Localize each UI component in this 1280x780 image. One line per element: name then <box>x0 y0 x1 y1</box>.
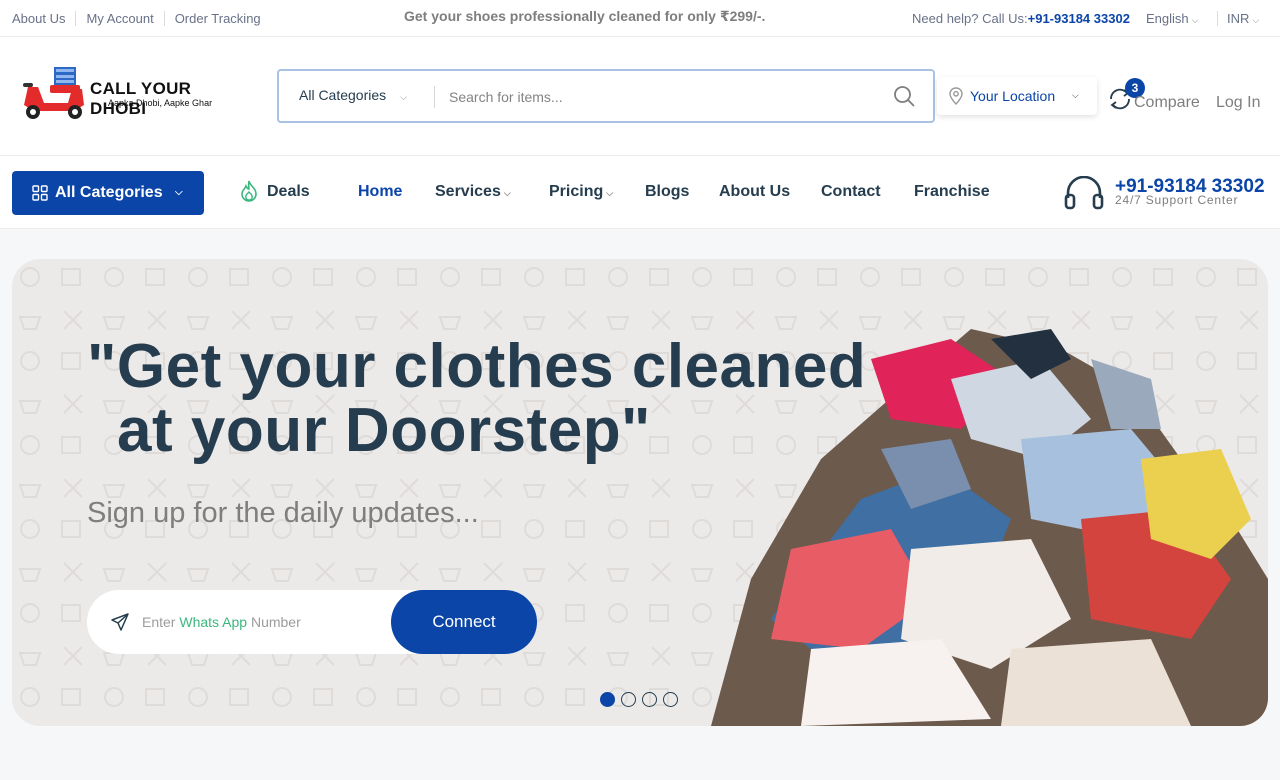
hero-banner: "Get your clothes cleaned at your Doorst… <box>12 259 1268 726</box>
promo-banner: Get your shoes professionally cleaned fo… <box>404 8 766 24</box>
site-logo[interactable]: CALL YOUR DHOBI Aapka Dhobi, Aapke Ghar <box>18 65 248 121</box>
brand-tagline: Aapka Dhobi, Aapke Ghar <box>108 98 213 108</box>
search-category-label: All Categories <box>299 87 387 103</box>
whatsapp-signup-form: Enter Whats App Number Connect <box>87 590 537 654</box>
flame-icon <box>241 180 257 202</box>
slider-dots <box>600 692 684 707</box>
nav-services-label: Services <box>435 183 501 200</box>
help-prefix: Need help? Call Us: <box>912 11 1028 26</box>
chevron-down-icon: ⌵ <box>606 188 614 198</box>
all-categories-label: All Categories <box>55 184 163 201</box>
main-nav: All Categories ⌵ Deals Home Services ⌵ Pr… <box>0 156 1280 229</box>
all-categories-button[interactable]: All Categories ⌵ <box>12 171 204 215</box>
search-input[interactable] <box>449 84 869 110</box>
hero-subheading: Sign up for the daily updates... <box>87 497 479 529</box>
nav-deals[interactable]: Deals <box>267 183 310 201</box>
top-links: About Us My Account Order Tracking <box>12 11 271 26</box>
chevron-down-icon: ⌵ <box>175 187 183 198</box>
scooter-logo-icon <box>23 67 84 119</box>
chevron-down-icon: ⌵ <box>503 188 511 198</box>
about-us-link[interactable]: About Us <box>12 11 75 26</box>
chevron-down-icon: ⌵ <box>400 92 407 102</box>
grid-icon <box>32 185 48 201</box>
placeholder-before: Enter <box>142 614 176 630</box>
nav-about-us[interactable]: About Us <box>719 183 790 201</box>
nav-contact[interactable]: Contact <box>821 183 881 201</box>
headset-icon <box>1064 176 1104 210</box>
search-category-select[interactable]: All Categories ⌵ <box>299 87 407 103</box>
language-label: English <box>1146 11 1189 26</box>
divider <box>434 86 435 108</box>
placeholder-highlight: Whats App <box>179 614 248 630</box>
compare-label: Compare <box>1134 94 1200 111</box>
nav-franchise[interactable]: Franchise <box>914 183 990 201</box>
nav-home[interactable]: Home <box>358 183 402 201</box>
hero-headline-line1: "Get your clothes cleaned <box>87 332 867 401</box>
order-tracking-link[interactable]: Order Tracking <box>163 11 271 26</box>
map-pin-icon <box>949 87 963 105</box>
support-contact[interactable]: +91-93184 33302 24/7 Support Center <box>1064 176 1274 216</box>
nav-blogs[interactable]: Blogs <box>645 183 689 201</box>
compare-link[interactable]: 3 Compare <box>1107 77 1202 117</box>
support-label: 24/7 Support Center <box>1115 193 1239 207</box>
language-selector[interactable]: English ⌵ <box>1146 11 1198 26</box>
currency-label: INR <box>1227 11 1250 26</box>
slider-dot-2[interactable] <box>621 692 636 707</box>
location-selector[interactable]: Your Location ⌵ <box>937 77 1097 115</box>
whatsapp-number-input[interactable]: Enter Whats App Number <box>142 614 301 630</box>
chevron-down-icon: ⌵ <box>1072 90 1079 100</box>
location-label: Your Location <box>970 88 1056 104</box>
nav-pricing-label: Pricing <box>549 183 604 200</box>
main-header: CALL YOUR DHOBI Aapka Dhobi, Aapke Ghar … <box>0 37 1280 156</box>
hero-headline-line2: at your Doorstep" <box>117 396 651 465</box>
chevron-down-icon: ⌵ <box>1191 15 1199 25</box>
slider-dot-3[interactable] <box>642 692 657 707</box>
help-phone-link[interactable]: +91-93184 33302 <box>1028 11 1130 26</box>
currency-selector[interactable]: INR ⌵ <box>1217 11 1259 26</box>
placeholder-after: Number <box>250 614 301 630</box>
chevron-down-icon: ⌵ <box>1252 15 1260 25</box>
nav-pricing[interactable]: Pricing ⌵ <box>549 183 613 201</box>
search-bar: All Categories ⌵ <box>277 69 935 123</box>
login-link[interactable]: Log In <box>1216 94 1260 112</box>
paper-plane-icon <box>111 613 129 631</box>
hero-headline: "Get your clothes cleaned at your Doorst… <box>87 335 907 463</box>
help-text: Need help? Call Us:+91-93184 33302 <box>912 11 1130 26</box>
connect-button[interactable]: Connect <box>391 590 537 654</box>
search-icon[interactable] <box>893 85 915 107</box>
my-account-link[interactable]: My Account <box>75 11 163 26</box>
nav-services[interactable]: Services ⌵ <box>435 183 511 201</box>
slider-dot-4[interactable] <box>663 692 678 707</box>
top-bar: About Us My Account Order Tracking Get y… <box>0 0 1280 37</box>
slider-dot-1[interactable] <box>600 692 615 707</box>
